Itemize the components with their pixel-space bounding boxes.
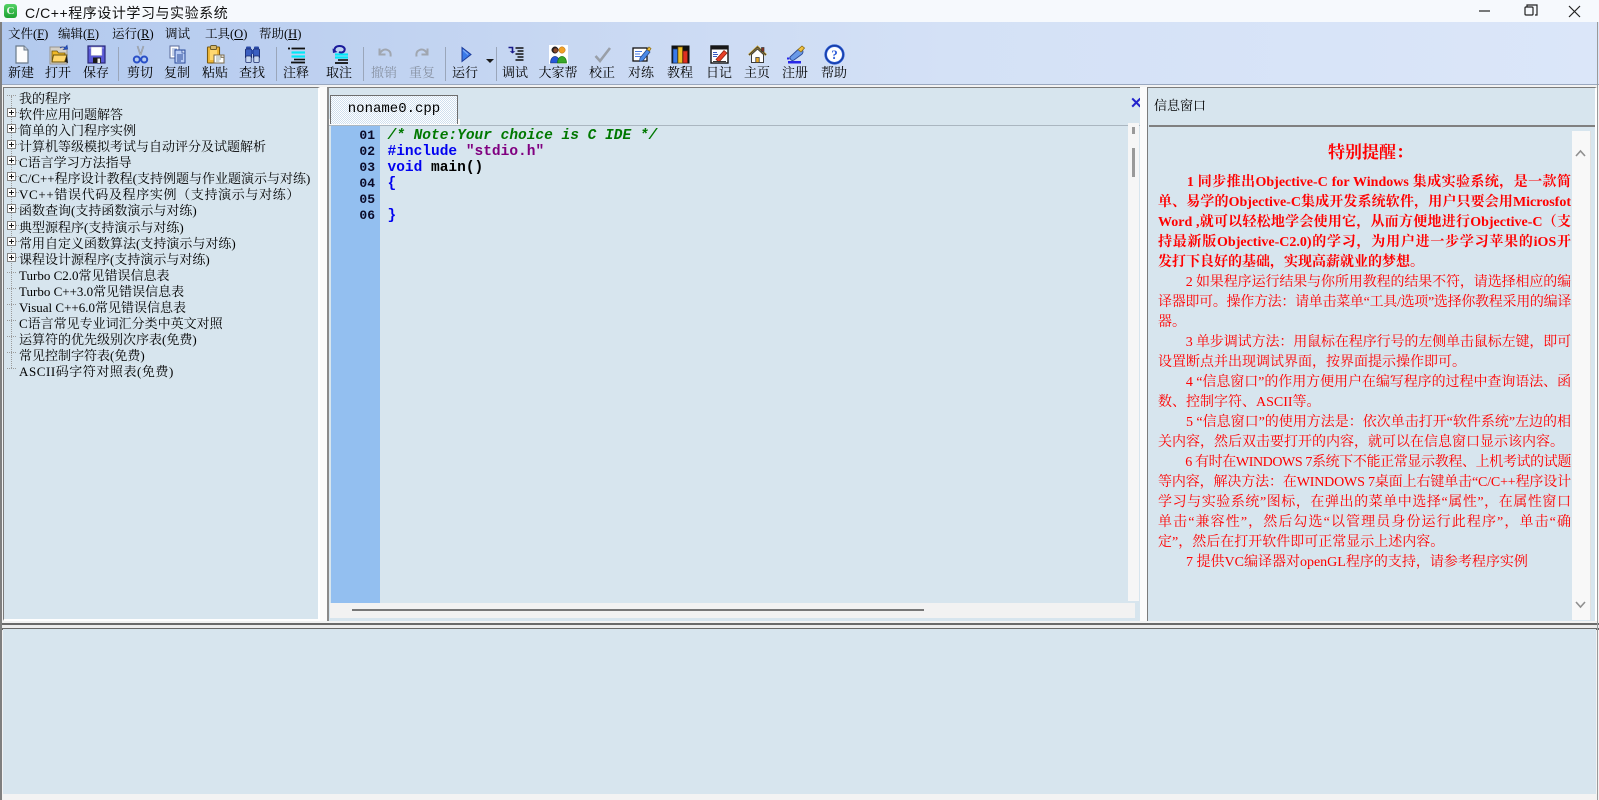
svg-text:?: ?: [831, 47, 838, 62]
